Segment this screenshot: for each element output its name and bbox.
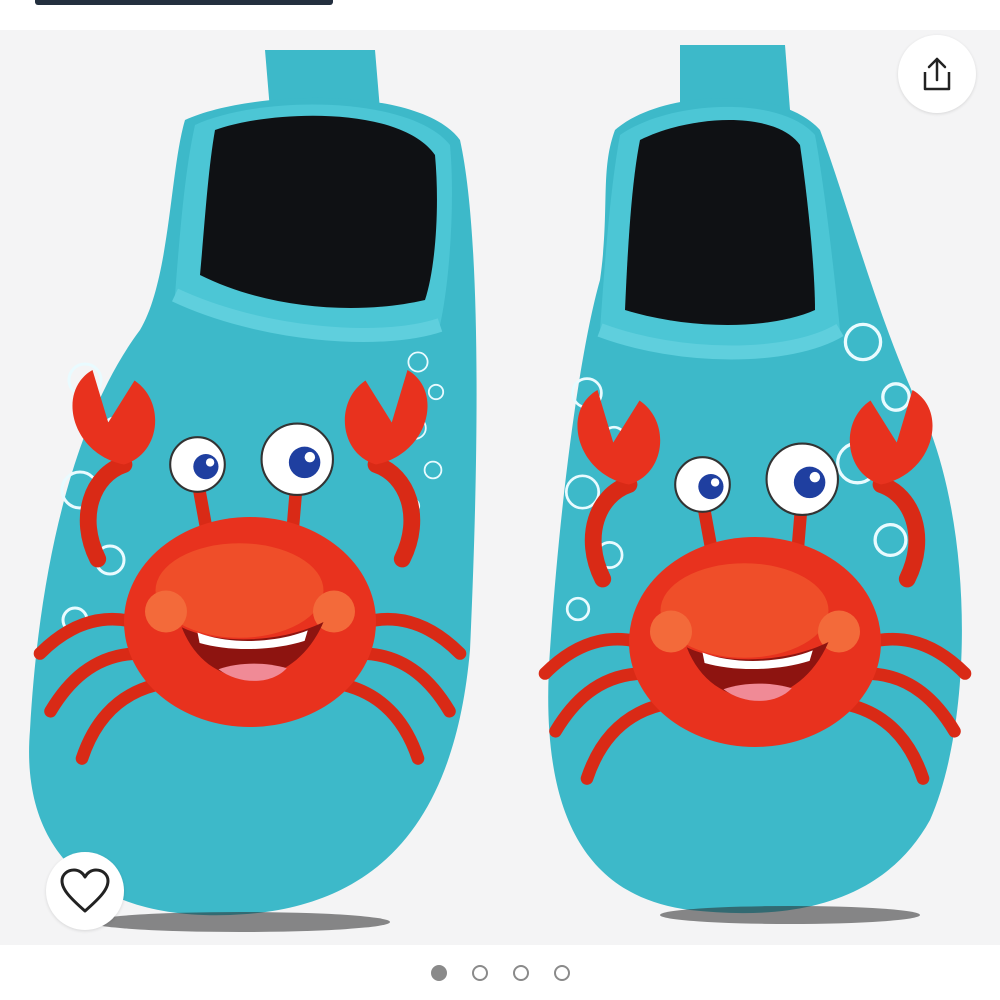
heart-outline-icon: [60, 868, 110, 913]
left-shoe: [29, 50, 477, 916]
top-strip: [0, 0, 1000, 30]
carousel-dot-2[interactable]: [471, 964, 488, 981]
product-image: [29, 45, 1000, 932]
right-shoe: [545, 45, 965, 914]
wishlist-button[interactable]: [46, 852, 124, 930]
carousel-indicator: [0, 945, 1000, 1000]
carousel-dot-1[interactable]: [430, 964, 447, 981]
image-gallery[interactable]: [0, 30, 1000, 945]
carousel-dot-3[interactable]: [512, 964, 529, 981]
share-button[interactable]: [898, 35, 976, 113]
search-bar-edge[interactable]: [35, 0, 333, 5]
carousel-dot-4[interactable]: [553, 964, 570, 981]
share-icon: [923, 57, 951, 91]
